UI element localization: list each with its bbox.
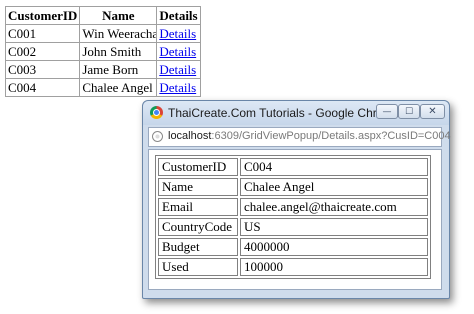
minimize-button[interactable]: —: [376, 104, 398, 119]
customers-grid: CustomerID Name Details C001 Win Weerach…: [4, 6, 201, 97]
url-text[interactable]: localhost:6309/GridViewPopup/Details.asp…: [168, 130, 451, 142]
cell-details: Details: [156, 60, 201, 79]
header-customerid: CustomerID: [4, 6, 81, 25]
details-link[interactable]: Details: [159, 44, 196, 59]
address-bar[interactable]: localhost:6309/GridViewPopup/Details.asp…: [148, 127, 451, 147]
detail-value: chalee.angel@thaicreate.com: [240, 198, 428, 216]
cell-customer-id: C003: [4, 60, 81, 79]
chrome-logo-icon: [150, 106, 163, 119]
detail-row: Name Chalee Angel: [158, 178, 428, 196]
detail-row: Used 100000: [158, 258, 428, 276]
details-link[interactable]: Details: [159, 26, 196, 41]
header-name: Name: [79, 6, 158, 25]
cell-details: Details: [156, 78, 201, 97]
detail-label: Budget: [158, 238, 238, 256]
popup-window[interactable]: ThaiCreate.Com Tutorials - Google Chrome…: [142, 100, 451, 299]
details-link[interactable]: Details: [159, 80, 196, 95]
cell-customer-id: C004: [4, 78, 81, 97]
cell-name: John Smith: [79, 42, 158, 61]
cell-name: Win Weerachai: [79, 24, 158, 43]
details-link[interactable]: Details: [159, 62, 196, 77]
table-row: C004 Chalee Angel Details: [4, 78, 201, 97]
window-titlebar[interactable]: ThaiCreate.Com Tutorials - Google Chrome…: [143, 101, 449, 125]
cell-name: Jame Born: [79, 60, 158, 79]
popup-content: CustomerID C004 Name Chalee Angel Email …: [148, 149, 442, 290]
table-row: C001 Win Weerachai Details: [4, 24, 201, 43]
grid-header-row: CustomerID Name Details: [4, 6, 201, 25]
cell-customer-id: C001: [4, 24, 81, 43]
maximize-button[interactable]: ☐: [398, 104, 420, 119]
detail-label: Email: [158, 198, 238, 216]
detail-row: CountryCode US: [158, 218, 428, 236]
window-title: ThaiCreate.Com Tutorials - Google Chrome: [168, 106, 401, 120]
detail-row: Budget 4000000: [158, 238, 428, 256]
cell-details: Details: [156, 24, 201, 43]
detail-label: Used: [158, 258, 238, 276]
detail-value: 4000000: [240, 238, 428, 256]
detail-label: CustomerID: [158, 158, 238, 176]
page-icon: [152, 131, 163, 142]
detail-value: 100000: [240, 258, 428, 276]
header-details: Details: [156, 6, 201, 25]
detail-value: US: [240, 218, 428, 236]
url-host: localhost: [168, 130, 212, 142]
customer-details-table: CustomerID C004 Name Chalee Angel Email …: [155, 155, 431, 279]
table-row: C002 John Smith Details: [4, 42, 201, 61]
detail-row: Email chalee.angel@thaicreate.com: [158, 198, 428, 216]
url-path: :6309/GridViewPopup/Details.aspx?CusID=C…: [211, 130, 451, 142]
detail-value: C004: [240, 158, 428, 176]
detail-row: CustomerID C004: [158, 158, 428, 176]
cell-details: Details: [156, 42, 201, 61]
detail-label: Name: [158, 178, 238, 196]
close-button[interactable]: ✕: [420, 104, 445, 119]
detail-value: Chalee Angel: [240, 178, 428, 196]
table-row: C003 Jame Born Details: [4, 60, 201, 79]
cell-customer-id: C002: [4, 42, 81, 61]
detail-label: CountryCode: [158, 218, 238, 236]
cell-name: Chalee Angel: [79, 78, 158, 97]
